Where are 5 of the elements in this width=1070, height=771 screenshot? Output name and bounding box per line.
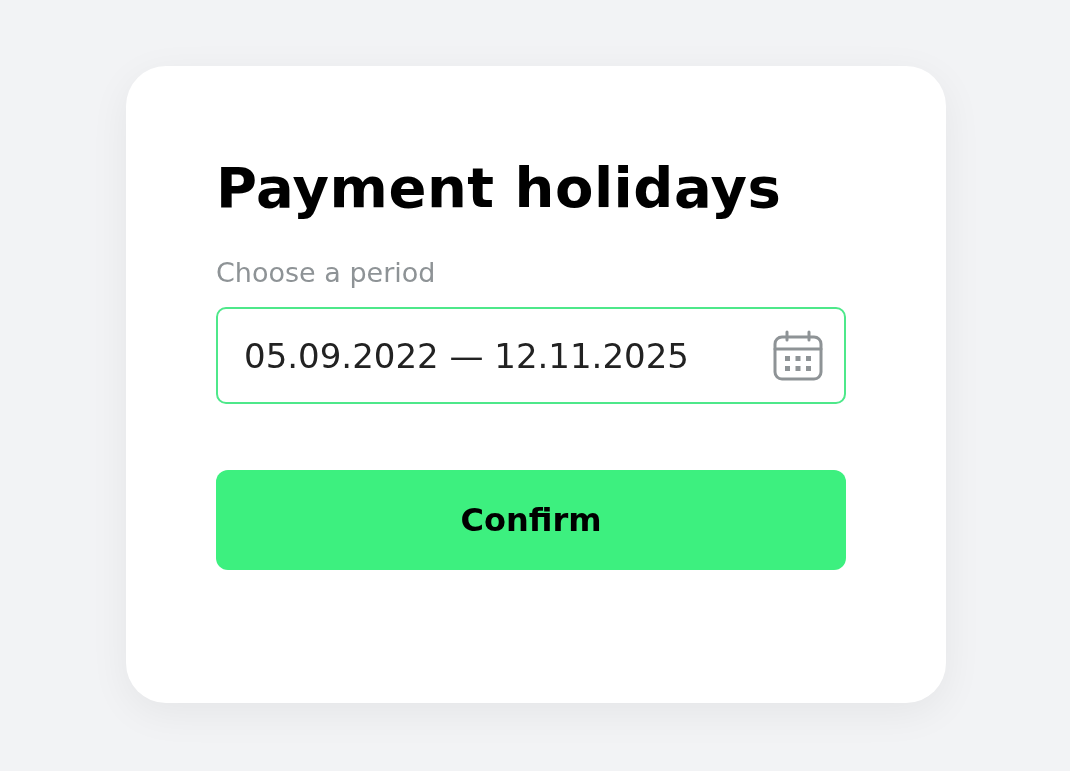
field-label: Choose a period xyxy=(216,256,437,290)
date-range-field[interactable]: 05.09.2022 — 12.11.2025 xyxy=(216,307,846,404)
page-title: Payment holidays xyxy=(216,154,783,222)
calendar-icon[interactable] xyxy=(772,329,824,382)
confirm-button[interactable]: Confirm xyxy=(216,470,846,570)
